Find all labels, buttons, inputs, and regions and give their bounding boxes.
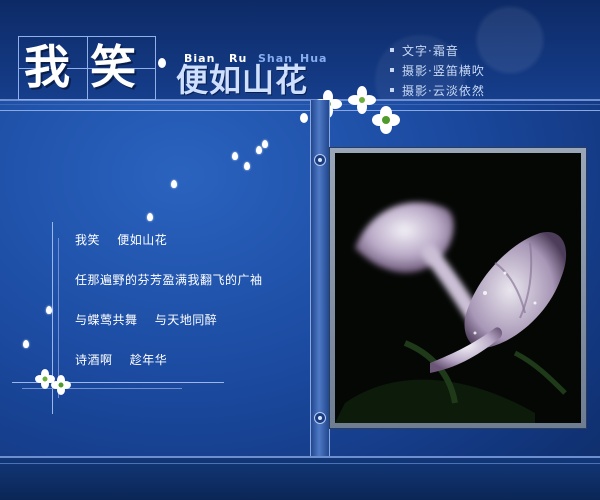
flower-photo [335, 153, 581, 423]
credit-text: 摄影·竖笛横吹 [402, 63, 485, 78]
credit-item: 文字·霜音 [390, 40, 485, 60]
poem-line: 与蝶莺共舞 与天地同醉 [75, 313, 218, 327]
petal-drop-icon [171, 180, 177, 188]
poem-line: 我笑 便如山花 [75, 233, 168, 247]
petal-drop-icon [46, 306, 52, 314]
bullet-icon [390, 48, 394, 52]
footer-band [0, 458, 600, 500]
petal-drop-icon [262, 140, 268, 148]
morning-glory-image [335, 153, 581, 423]
footer-divider [0, 463, 600, 464]
title-char-1: 我 [24, 40, 70, 94]
poem-text: 我笑 便如山花 任那遍野的芬芳盈满我翻飞的广袖 与蝶莺共舞 与天地同醉 诗酒啊 … [75, 234, 263, 394]
photo-frame [330, 148, 586, 428]
petal-drop-icon [147, 213, 153, 221]
flower-icon [35, 369, 71, 395]
poem-line: 任那遍野的芬芳盈满我翻飞的广袖 [75, 273, 263, 287]
petal-drop-icon [256, 146, 262, 154]
title-dot [158, 58, 166, 68]
petal-drop-icon [23, 340, 29, 348]
rivet-icon [314, 412, 326, 424]
page: 我 笑 Bian Ru Shan Hua 便如山花 文字·霜音 摄影·竖笛横吹 … [0, 0, 600, 500]
credit-item: 摄影·竖笛横吹 [390, 60, 485, 80]
title-char-2: 笑 [90, 40, 136, 94]
sub-title: 便如山花 [176, 61, 309, 99]
petal-drop-icon [244, 162, 250, 170]
credit-text: 文字·霜音 [402, 43, 459, 58]
bullet-icon [390, 68, 394, 72]
poem-line: 诗酒啊 趁年华 [75, 353, 168, 367]
petal-drop-icon [232, 152, 238, 160]
rivet-icon [314, 154, 326, 166]
